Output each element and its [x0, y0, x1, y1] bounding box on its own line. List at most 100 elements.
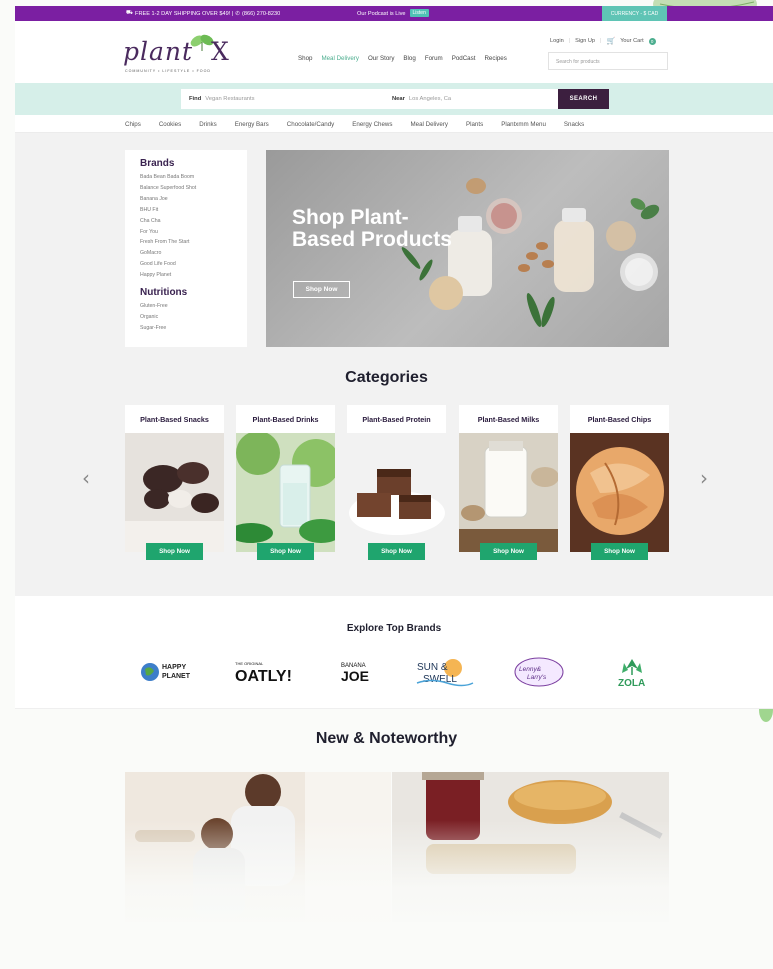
nav-forum[interactable]: Forum	[425, 55, 443, 62]
nav-shop[interactable]: Shop	[298, 55, 312, 62]
category-card-label: Plant-Based Chips	[570, 405, 669, 433]
near-field: Near Los Angeles, Ca	[384, 96, 451, 102]
brand-link[interactable]: Balance Superfood Shot	[140, 183, 232, 194]
product-search-input[interactable]: Search for products	[548, 52, 668, 70]
svg-text:THE ORIGINAL: THE ORIGINAL	[235, 661, 264, 666]
cart-icon[interactable]: 🛒	[607, 37, 616, 45]
svg-text:HAPPY: HAPPY	[162, 664, 186, 671]
nutrition-link[interactable]: Gluten-Free	[140, 301, 232, 312]
category-nav: Chips Cookies Drinks Energy Bars Chocola…	[15, 115, 773, 133]
category-link-drinks[interactable]: Drinks	[199, 121, 217, 128]
svg-text:SUN &: SUN &	[417, 662, 448, 673]
category-card-image	[347, 433, 446, 552]
svg-text:OATLY!: OATLY!	[235, 668, 292, 685]
category-shop-now-button[interactable]: Shop Now	[480, 543, 537, 560]
search-button[interactable]: SEARCH	[558, 89, 609, 109]
cart-count-badge: 0	[648, 37, 656, 45]
category-card-chips[interactable]: Plant-Based Chips Shop Now	[570, 405, 669, 560]
nav-our-story[interactable]: Our Story	[368, 55, 394, 62]
brand-link[interactable]: Bada Bean Bada Boom	[140, 172, 232, 183]
near-label: Near	[392, 96, 405, 102]
find-box: Find Vegan Restaurants Near Los Angeles,…	[181, 89, 559, 109]
nutrition-link[interactable]: Organic	[140, 312, 232, 323]
nav-blog[interactable]: Blog	[403, 55, 415, 62]
near-input[interactable]: Los Angeles, Ca	[409, 96, 451, 102]
category-link-energy-bars[interactable]: Energy Bars	[235, 121, 269, 128]
podcast-announcement: Our Podcast is Live Listen	[357, 9, 429, 17]
carousel-prev-arrow[interactable]: ‹	[82, 466, 90, 490]
site-header: plant X COMMUNITY • LIFESTYLE • FOOD Sho…	[15, 21, 773, 83]
brand-logo-sun-and-swell[interactable]: SUN & SWELL	[413, 654, 475, 690]
nutritions-heading: Nutritions	[140, 287, 188, 299]
filter-sidebar: Brands Bada Bean Bada Boom Balance Super…	[125, 150, 247, 347]
hero-shop-now-button[interactable]: Shop Now	[293, 281, 350, 298]
login-link[interactable]: Login	[550, 38, 564, 44]
promo-topbar: ⛟ FREE 1-2 DAY SHIPPING OVER $49! | ✆ (8…	[15, 6, 773, 21]
brand-link[interactable]: Fresh From The Start	[140, 237, 232, 248]
logo-x: X	[211, 37, 229, 66]
signup-link[interactable]: Sign Up	[575, 38, 595, 44]
svg-text:JOE: JOE	[341, 668, 369, 684]
find-label: Find	[189, 96, 202, 102]
category-link-plants[interactable]: Plants	[466, 121, 483, 128]
svg-text:SWELL: SWELL	[423, 674, 457, 685]
category-card-label: Plant-Based Snacks	[125, 405, 224, 433]
brand-logo-banana-joe[interactable]: BANANA JOE	[335, 654, 375, 690]
category-shop-now-button[interactable]: Shop Now	[591, 543, 648, 560]
category-link-snacks[interactable]: Snacks	[564, 121, 584, 128]
plantx-logo[interactable]: plant X COMMUNITY • LIFESTYLE • FOOD	[123, 29, 241, 79]
category-shop-now-button[interactable]: Shop Now	[257, 543, 314, 560]
shipping-text: FREE 1-2 DAY SHIPPING OVER $49! |	[135, 10, 234, 17]
category-card-milks[interactable]: Plant-Based Milks Shop Now	[459, 405, 558, 560]
svg-text:PLANET: PLANET	[162, 673, 191, 680]
category-card-label: Plant-Based Milks	[459, 405, 558, 433]
phone-number[interactable]: (866) 270-8230	[242, 11, 280, 17]
nav-meal-delivery[interactable]: Meal Delivery	[321, 55, 358, 62]
category-link-chips[interactable]: Chips	[125, 121, 141, 128]
category-card-label: Plant-Based Protein	[347, 405, 446, 433]
category-link-chocolate-candy[interactable]: Chocolate/Candy	[287, 121, 334, 128]
brand-logo-happy-planet[interactable]: HAPPY PLANET	[139, 654, 199, 690]
svg-text:ZOLA: ZOLA	[618, 678, 645, 689]
category-link-energy-chews[interactable]: Energy Chews	[352, 121, 392, 128]
brands-heading: Brands	[140, 158, 175, 169]
top-brands-title: Explore Top Brands	[346, 623, 442, 634]
truck-icon: ⛟	[126, 10, 134, 16]
category-card-image	[236, 433, 335, 552]
currency-selector[interactable]: CURRENCY - $ CAD	[602, 6, 667, 21]
category-card-image	[125, 433, 224, 552]
carousel-next-arrow[interactable]: ›	[700, 466, 708, 490]
category-shop-now-button[interactable]: Shop Now	[146, 543, 203, 560]
brand-link[interactable]: Cha Cha	[140, 216, 232, 227]
category-link-meal-delivery[interactable]: Meal Delivery	[411, 121, 448, 128]
nutrition-link[interactable]: Sugar-Free	[140, 323, 232, 334]
nav-recipes[interactable]: Recipes	[484, 55, 506, 62]
brand-link[interactable]: Happy Planet	[140, 270, 232, 281]
hero-banner: Shop Plant-Based Products Shop Now	[266, 150, 669, 347]
category-card-drinks[interactable]: Plant-Based Drinks Shop Now	[236, 405, 335, 560]
brand-link[interactable]: BHU Fit	[140, 205, 232, 216]
divider: |	[568, 38, 571, 44]
listen-button[interactable]: Listen	[409, 9, 429, 17]
brand-link[interactable]: Banana Joe	[140, 194, 232, 205]
category-card-protein[interactable]: Plant-Based Protein Shop Now	[347, 405, 446, 560]
category-card-snacks[interactable]: Plant-Based Snacks Shop Now	[125, 405, 224, 560]
nav-podcast[interactable]: PodCast	[452, 55, 476, 62]
podcast-text: Our Podcast is Live	[357, 10, 406, 17]
brand-logo-zola[interactable]: ZOLA	[610, 654, 654, 690]
nutrition-list: Gluten-Free Organic Sugar-Free	[140, 301, 232, 334]
category-card-image	[459, 433, 558, 552]
brand-link[interactable]: Good Life Food	[140, 259, 232, 270]
brand-link[interactable]: GoMacro	[140, 248, 232, 259]
brand-logo-lenny-and-larrys[interactable]: Lenny& Larry's	[513, 654, 565, 690]
cart-link[interactable]: Your Cart	[620, 38, 643, 44]
category-link-cookies[interactable]: Cookies	[159, 121, 181, 128]
brand-link[interactable]: For You	[140, 227, 232, 238]
top-brands-section: Explore Top Brands HAPPY PLANET THE ORIG…	[15, 596, 773, 709]
category-shop-now-button[interactable]: Shop Now	[368, 543, 425, 560]
svg-text:Larry's: Larry's	[527, 674, 547, 681]
category-link-plantx-menu[interactable]: Plantxmm Menu	[501, 121, 546, 128]
logo-wordmark: plant	[123, 37, 194, 66]
brand-logo-oatly[interactable]: THE ORIGINAL OATLY!	[233, 654, 303, 690]
find-input[interactable]: Vegan Restaurants	[205, 96, 254, 102]
